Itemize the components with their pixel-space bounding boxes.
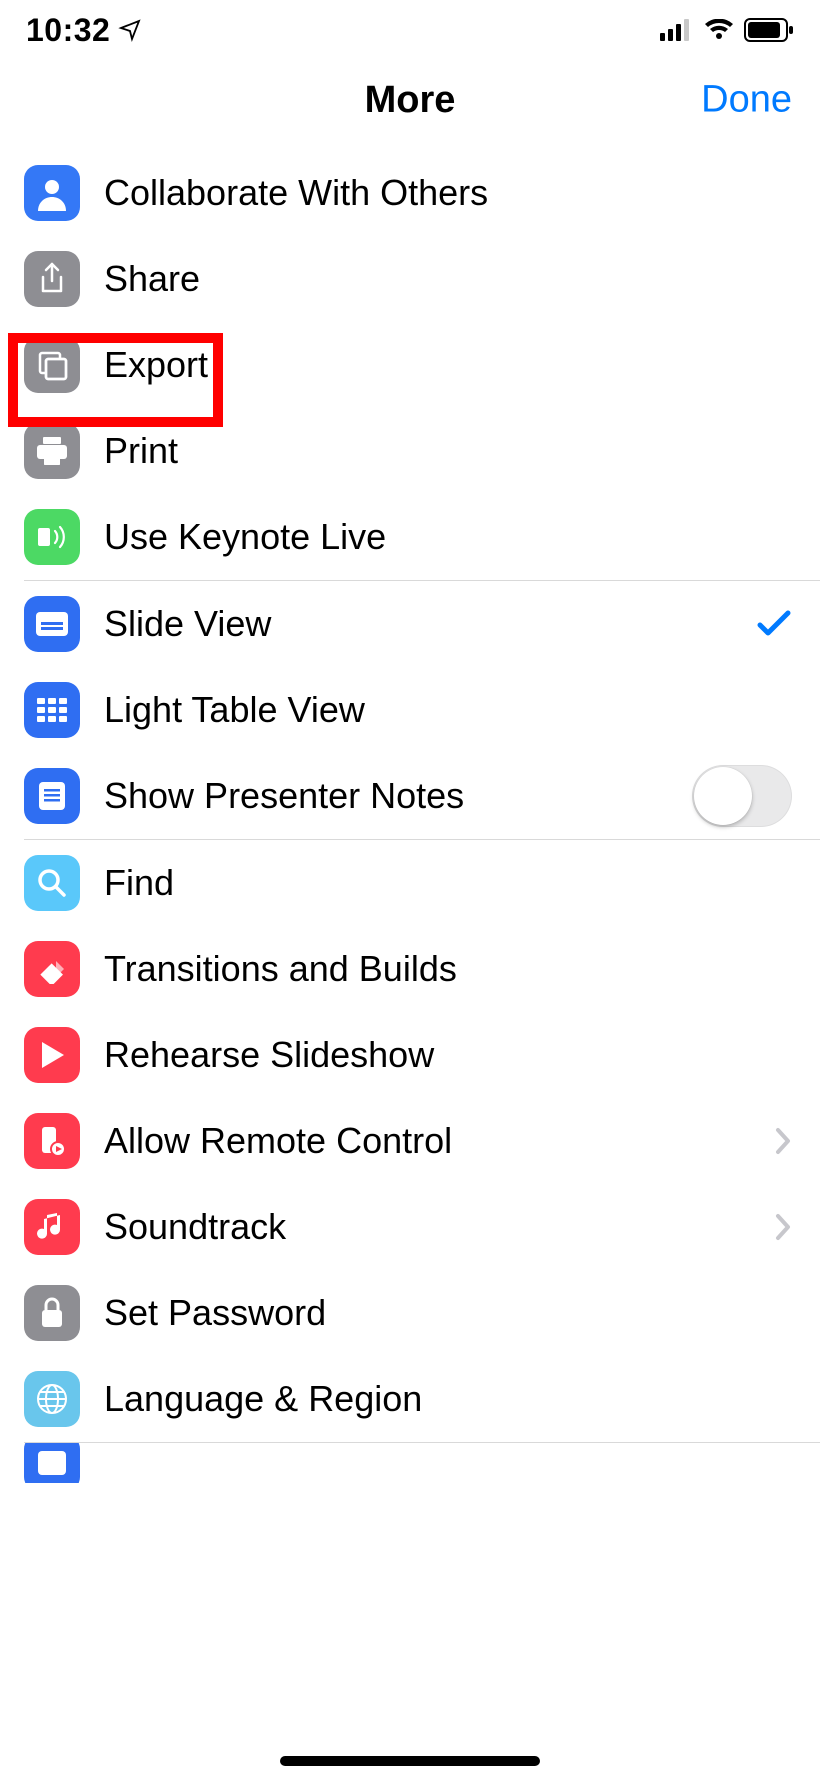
transitions-icon (24, 941, 80, 997)
row-label: Export (104, 344, 792, 386)
chevron-right-icon (774, 1126, 792, 1156)
row-collaborate[interactable]: Collaborate With Others (0, 150, 820, 236)
row-label: Set Password (104, 1292, 792, 1334)
grid-icon (24, 682, 80, 738)
battery-icon (744, 18, 794, 42)
slide-view-icon (24, 596, 80, 652)
cellular-icon (660, 19, 694, 41)
row-label: Soundtrack (104, 1206, 774, 1248)
print-icon (24, 423, 80, 479)
home-indicator[interactable] (280, 1756, 540, 1766)
chevron-right-icon (774, 1212, 792, 1242)
row-set-password[interactable]: Set Password (0, 1270, 820, 1356)
row-label: Language & Region (104, 1378, 792, 1420)
settings-icon (24, 1443, 80, 1483)
row-label: Light Table View (104, 689, 792, 731)
row-label: Find (104, 862, 792, 904)
row-light-table[interactable]: Light Table View (0, 667, 820, 753)
row-rehearse[interactable]: Rehearse Slideshow (0, 1012, 820, 1098)
notes-icon (24, 768, 80, 824)
status-bar: 10:32 (0, 0, 820, 60)
row-language-region[interactable]: Language & Region (0, 1356, 820, 1442)
row-label: Use Keynote Live (104, 516, 792, 558)
wifi-icon (704, 19, 734, 41)
music-icon (24, 1199, 80, 1255)
done-button[interactable]: Done (701, 79, 792, 122)
remote-icon (24, 1113, 80, 1169)
checkmark-icon (756, 609, 792, 639)
find-icon (24, 855, 80, 911)
row-export[interactable]: Export (0, 322, 820, 408)
row-label: Show Presenter Notes (104, 775, 692, 817)
row-label: Rehearse Slideshow (104, 1034, 792, 1076)
nav-header: More Done (0, 60, 820, 140)
row-transitions[interactable]: Transitions and Builds (0, 926, 820, 1012)
more-menu-list: Collaborate With Others Share Export (0, 140, 820, 1483)
row-label: Collaborate With Others (104, 172, 792, 214)
page-title: More (365, 79, 456, 122)
row-label: Share (104, 258, 792, 300)
row-find[interactable]: Find (0, 840, 820, 926)
status-time: 10:32 (26, 12, 110, 49)
row-label: Transitions and Builds (104, 948, 792, 990)
location-icon (118, 18, 142, 42)
row-share[interactable]: Share (0, 236, 820, 322)
row-presenter-notes[interactable]: Show Presenter Notes (0, 753, 820, 839)
row-soundtrack[interactable]: Soundtrack (0, 1184, 820, 1270)
presenter-notes-toggle[interactable] (692, 765, 792, 827)
row-print[interactable]: Print (0, 408, 820, 494)
person-icon (24, 165, 80, 221)
export-icon (24, 337, 80, 393)
row-remote[interactable]: Allow Remote Control (0, 1098, 820, 1184)
row-label: Allow Remote Control (104, 1120, 774, 1162)
globe-icon (24, 1371, 80, 1427)
broadcast-icon (24, 509, 80, 565)
row-keynote-live[interactable]: Use Keynote Live (0, 494, 820, 580)
play-icon (24, 1027, 80, 1083)
row-label: Slide View (104, 603, 756, 645)
share-icon (24, 251, 80, 307)
lock-icon (24, 1285, 80, 1341)
row-label: Print (104, 430, 792, 472)
row-next-partial[interactable] (0, 1443, 820, 1483)
row-slide-view[interactable]: Slide View (0, 581, 820, 667)
